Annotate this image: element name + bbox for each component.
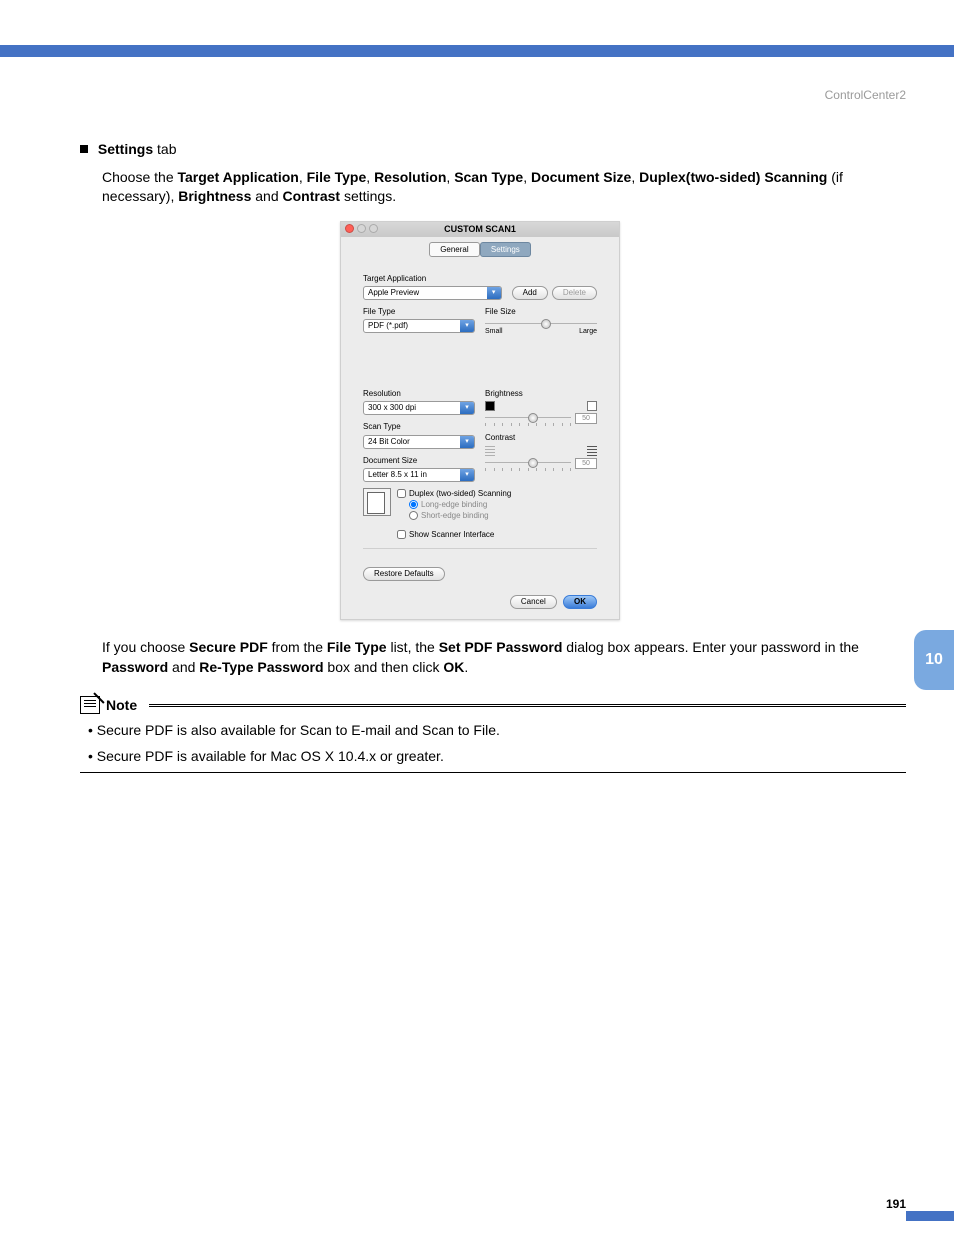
contrast-high-icon	[587, 446, 597, 456]
section-heading: Settings tab	[80, 140, 906, 160]
file-size-large-label: Large	[579, 327, 597, 337]
show-scanner-label: Show Scanner Interface	[409, 529, 494, 540]
brightness-value[interactable]: 50	[575, 413, 597, 424]
target-app-select[interactable]: Apple Preview ▾	[363, 286, 502, 300]
chevron-down-icon: ▾	[487, 287, 501, 299]
note-bottom-rule	[80, 772, 906, 773]
intro-paragraph: Choose the Target Application, File Type…	[102, 168, 906, 207]
long-edge-radio[interactable]: Long-edge binding	[409, 499, 511, 510]
scan-type-label: Scan Type	[363, 421, 475, 432]
chevron-down-icon: ▾	[460, 402, 474, 414]
contrast-value[interactable]: 50	[575, 458, 597, 469]
delete-button[interactable]: Delete	[552, 286, 597, 300]
file-size-slider[interactable]	[485, 323, 597, 327]
chevron-down-icon: ▾	[460, 436, 474, 448]
note-list-item: Secure PDF is also available for Scan to…	[88, 721, 906, 741]
cancel-button[interactable]: Cancel	[510, 595, 557, 609]
brightness-label: Brightness	[485, 388, 597, 399]
page-bottom-accent	[906, 1211, 954, 1221]
duplex-checkbox[interactable]: Duplex (two-sided) Scanning	[397, 488, 511, 499]
contrast-slider[interactable]	[485, 462, 571, 466]
file-type-value: PDF (*.pdf)	[364, 320, 460, 332]
note-block: Note Secure PDF is also available for Sc…	[80, 696, 906, 774]
chapter-side-tab: 10	[914, 630, 954, 690]
file-type-label: File Type	[363, 306, 475, 317]
resolution-value: 300 x 300 dpi	[364, 402, 460, 414]
show-scanner-checkbox[interactable]: Show Scanner Interface	[397, 529, 597, 540]
resolution-label: Resolution	[363, 388, 475, 399]
page-number: 191	[886, 1197, 906, 1211]
scan-type-select[interactable]: 24 Bit Color ▾	[363, 435, 475, 449]
chevron-down-icon: ▾	[460, 469, 474, 481]
zoom-icon	[369, 224, 378, 233]
note-header-rule	[149, 704, 906, 707]
long-edge-label: Long-edge binding	[421, 499, 487, 510]
brightness-light-icon	[587, 401, 597, 411]
dialog-separator	[363, 548, 597, 549]
contrast-label: Contrast	[485, 432, 597, 443]
target-app-label: Target Application	[363, 273, 597, 284]
heading-label: Settings	[98, 141, 153, 157]
add-button[interactable]: Add	[512, 286, 548, 300]
note-list-item: Secure PDF is available for Mac OS X 10.…	[88, 747, 906, 767]
file-type-select[interactable]: PDF (*.pdf) ▾	[363, 319, 475, 333]
heading-suffix: tab	[153, 141, 176, 157]
breadcrumb: ControlCenter2	[825, 88, 906, 102]
page-content: Settings tab Choose the Target Applicati…	[80, 140, 906, 773]
dialog-title: CUSTOM SCAN1	[444, 224, 516, 234]
note-title: Note	[106, 696, 137, 716]
note-icon	[80, 696, 100, 714]
window-controls	[345, 224, 378, 233]
close-icon[interactable]	[345, 224, 354, 233]
note-list: Secure PDF is also available for Scan to…	[88, 721, 906, 766]
doc-size-select[interactable]: Letter 8.5 x 11 in ▾	[363, 468, 475, 482]
page-top-accent	[0, 45, 954, 57]
brightness-dark-icon	[485, 401, 495, 411]
dialog-titlebar: CUSTOM SCAN1	[341, 222, 619, 237]
scan-type-value: 24 Bit Color	[364, 436, 460, 448]
ok-button[interactable]: OK	[563, 595, 597, 609]
restore-defaults-button[interactable]: Restore Defaults	[363, 567, 445, 581]
resolution-select[interactable]: 300 x 300 dpi ▾	[363, 401, 475, 415]
file-size-small-label: Small	[485, 327, 503, 337]
short-edge-label: Short-edge binding	[421, 510, 489, 521]
tab-settings[interactable]: Settings	[480, 242, 531, 257]
contrast-low-icon	[485, 446, 495, 456]
target-app-value: Apple Preview	[364, 287, 487, 299]
doc-size-label: Document Size	[363, 455, 475, 466]
doc-size-value: Letter 8.5 x 11 in	[364, 469, 460, 481]
brightness-slider[interactable]	[485, 417, 571, 421]
chevron-down-icon: ▾	[460, 320, 474, 332]
short-edge-radio[interactable]: Short-edge binding	[409, 510, 511, 521]
bullet-icon	[80, 145, 88, 153]
after-paragraph: If you choose Secure PDF from the File T…	[102, 638, 906, 677]
settings-dialog: CUSTOM SCAN1 General Settings Target App…	[340, 221, 620, 621]
file-size-label: File Size	[485, 306, 597, 317]
duplex-label: Duplex (two-sided) Scanning	[409, 488, 511, 499]
duplex-icon	[363, 488, 391, 516]
minimize-icon	[357, 224, 366, 233]
tab-general[interactable]: General	[429, 242, 479, 257]
